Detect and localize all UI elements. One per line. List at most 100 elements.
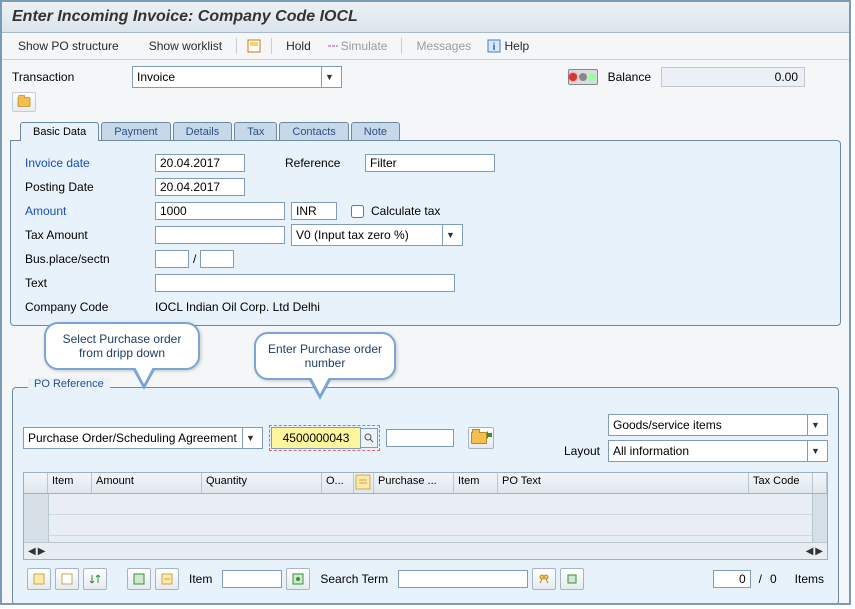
simulate-button[interactable]: Simulate [321,37,394,55]
deselect-all-icon[interactable] [55,568,79,590]
chevron-down-icon: ▼ [442,225,458,245]
item-toolbar: Item Search Term / 0 Items [23,564,828,594]
col-item[interactable]: Item [48,473,92,493]
scroll-left-end-icon[interactable]: ◀ [806,546,814,557]
po-reference-panel: Purchase Order/Scheduling Agreement ▼ [12,387,839,605]
col-amount[interactable]: Amount [92,473,202,493]
balance-traffic-light-icon [568,69,598,85]
find-icon[interactable] [532,568,556,590]
tab-contacts[interactable]: Contacts [279,122,348,141]
sort-icon[interactable] [83,568,107,590]
invoice-date-label[interactable]: Invoice date [21,156,155,170]
col-po-item[interactable]: Item [454,473,498,493]
amount-label[interactable]: Amount [21,204,155,218]
chevron-down-icon: ▼ [807,415,823,435]
callout-select-dropdown: Select Purchase order from dripp down [44,322,200,370]
display-detail-icon[interactable] [127,568,151,590]
amount-field[interactable] [155,202,285,220]
po-number-highlight [269,425,380,451]
po-number-field[interactable] [271,427,361,449]
goods-service-select[interactable]: Goods/service items ▼ [608,414,828,436]
calculate-tax-checkbox[interactable]: Calculate tax [347,202,440,221]
company-value: IOCL Indian Oil Corp. Ltd Delhi [155,300,320,314]
tax-amount-field[interactable] [155,226,285,244]
col-po-text[interactable]: PO Text [498,473,749,493]
po-ref-type-select[interactable]: Purchase Order/Scheduling Agreement ▼ [23,427,263,449]
balance-value: 0.00 [661,67,805,87]
transaction-select[interactable]: Invoice ▼ [132,66,342,88]
basic-data-panel: Invoice date Reference Posting Date Amou… [10,140,841,326]
company-label: Company Code [21,300,155,314]
posting-date-label: Posting Date [21,180,155,194]
scroll-right-icon[interactable]: ▶ [38,546,46,557]
section-field[interactable] [200,250,234,268]
transaction-label: Transaction [6,70,132,84]
tab-tax[interactable]: Tax [234,122,277,141]
page-current-field[interactable] [713,570,751,588]
scroll-right-end-icon[interactable]: ▶ [815,546,823,557]
footer-item-field[interactable] [222,570,282,588]
layout-label: Layout [564,444,600,458]
table-row[interactable] [49,515,812,536]
page-total: 0 [770,572,777,586]
header-toggle-icon[interactable] [12,92,36,112]
balance-label: Balance [608,70,651,84]
search-term-field[interactable] [398,570,528,588]
item-grid: Item Amount Quantity O... Purchase ... I… [23,472,828,560]
search-help-icon[interactable] [361,428,378,448]
tax-code-select[interactable]: V0 (Input tax zero %) ▼ [291,224,463,246]
po-reference-title: PO Reference [28,378,110,390]
layout-select[interactable]: All information ▼ [608,440,828,462]
search-term-label: Search Term [320,572,388,586]
select-all-icon[interactable] [27,568,51,590]
chevron-down-icon: ▼ [242,428,258,448]
text-field[interactable] [155,274,455,292]
chevron-down-icon: ▼ [321,67,337,87]
col-quantity[interactable]: Quantity [202,473,322,493]
col-tax-code[interactable]: Tax Code [749,473,813,493]
bus-place-label: Bus.place/sectn [21,252,155,266]
text-label: Text [21,276,155,290]
position-icon[interactable] [286,568,310,590]
po-item-field[interactable] [386,429,454,447]
calculate-tax-input[interactable] [351,205,364,218]
col-order-unit[interactable]: O... [322,473,354,493]
posting-date-field[interactable] [155,178,245,196]
tab-details[interactable]: Details [173,122,233,141]
chevron-down-icon: ▼ [807,441,823,461]
header-tabstrip: Basic Data Payment Details Tax Contacts … [20,122,845,141]
application-toolbar: Show PO structure Show worklist Hold Sim… [2,33,849,60]
delete-row-icon[interactable] [155,568,179,590]
save-park-icon[interactable] [245,38,263,54]
table-row[interactable] [49,494,812,515]
col-selector-icon[interactable] [354,473,374,493]
bus-place-field[interactable] [155,250,189,268]
grid-header: Item Amount Quantity O... Purchase ... I… [24,473,827,494]
tax-amount-label: Tax Amount [21,228,155,242]
assign-button[interactable] [468,427,494,449]
col-purchase[interactable]: Purchase ... [374,473,454,493]
messages-button[interactable]: Messages [410,37,477,55]
invoice-date-field[interactable] [155,154,245,172]
footer-item-label: Item [189,572,212,586]
reference-field[interactable] [365,154,495,172]
currency-field[interactable] [291,202,337,220]
filter-icon[interactable] [560,568,584,590]
reference-label: Reference [285,156,365,170]
window-title: Enter Incoming Invoice: Company Code IOC… [2,2,849,33]
tab-note[interactable]: Note [351,122,400,141]
tab-basic-data[interactable]: Basic Data [20,122,99,141]
grid-hscroll[interactable]: ◀ ▶ ◀ ▶ [24,542,827,559]
tab-payment[interactable]: Payment [101,122,170,141]
show-worklist-button[interactable]: Show worklist [143,37,228,55]
svg-text:i: i [493,42,496,53]
page-separator: / [759,572,762,586]
hold-button[interactable]: Hold [280,37,317,55]
show-po-structure-button[interactable]: Show PO structure [12,37,125,55]
calculate-tax-label: Calculate tax [371,204,440,218]
bus-place-separator: / [193,252,196,266]
scroll-left-icon[interactable]: ◀ [28,546,36,557]
items-label: Items [795,572,824,586]
help-button[interactable]: i Help [481,37,535,55]
callout-enter-number: Enter Purchase order number [254,332,396,380]
